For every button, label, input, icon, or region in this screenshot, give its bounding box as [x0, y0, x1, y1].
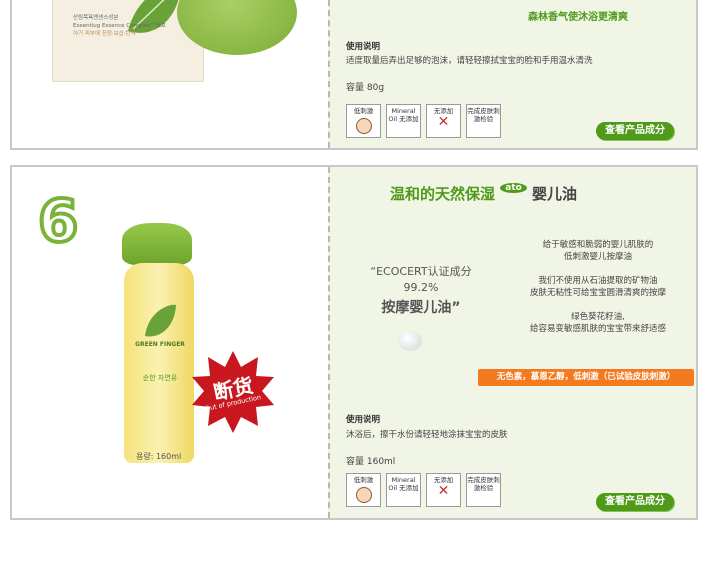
view-ingredients-button[interactable]: 查看产品成分 — [596, 493, 674, 511]
title-post: 婴儿油 — [532, 185, 578, 203]
bottle-capacity: 용량: 160ml — [136, 452, 182, 461]
bottle-brand: GREEN FINGER — [135, 341, 185, 348]
desc-line-5: 绿色葵花籽油, — [571, 312, 625, 322]
card2-title: 温和的天然保湿 ato 婴儿油 — [390, 183, 577, 204]
features-bar: 无色素，慕恩乙醇，低刺激（已试验皮肤刺激） — [478, 369, 694, 386]
quote-block: “ECOCERT认证成分 99.2% 按摩婴儿油” — [356, 263, 486, 317]
divider — [328, 167, 330, 518]
badge-low-irritation: 低刺激 — [346, 104, 381, 138]
product-number: 6 — [36, 187, 80, 255]
leaf-logo-icon — [145, 304, 176, 337]
desc-line-6: 给容易变敏感肌肤的宝宝带来舒适感 — [529, 324, 666, 334]
usage-title: 使用说明 — [346, 415, 381, 425]
box-text-3: 아기 피부에 진정·보습·탄력 — [73, 31, 136, 37]
badge-low-irritation: 低刺激 — [346, 473, 381, 507]
ato-logo: ato — [500, 183, 527, 193]
title-pre: 温和的天然保湿 — [390, 185, 496, 203]
card1-tagline: 森林香气使沐浴更清爽 — [528, 12, 628, 23]
badge-skin-test: 完成皮肤刺激检验 — [466, 104, 501, 138]
box-text-2: Eseentiug Essence Complex™포호 — [73, 23, 166, 29]
quote-line-3: 按摩婴儿油” — [381, 300, 461, 316]
capacity: 容量 80g — [346, 83, 385, 93]
badge-mineral-oil: Mineral Oil 无添加 — [386, 104, 421, 138]
quote-line-2: 99.2% — [403, 281, 439, 294]
oil-drop-image — [398, 331, 422, 351]
bottle-cap — [122, 223, 192, 265]
description: 给于敏感和脆弱的婴儿肌肤的 低刺激婴儿按摩油 我们不使用从石油提取的矿物油 皮肤… — [498, 239, 696, 335]
quote-line-1: “ECOCERT认证成分 — [370, 265, 472, 278]
bottle-body — [124, 263, 194, 463]
capacity: 容量 160ml — [346, 457, 396, 467]
badge-no-additive: 无添加 ✕ — [426, 473, 461, 507]
view-ingredients-button[interactable]: 查看产品成分 — [596, 122, 674, 140]
box-text-1: 산림목욕엔센스성분 — [73, 15, 119, 21]
badge-mineral-oil: Mineral Oil 无添加 — [386, 473, 421, 507]
usage-text: 沐浴后，擦干水份请轻轻地涂抹宝宝的皮肤 — [346, 430, 508, 440]
product-card-soap: 산림목욕엔센스성분 Eseentiug Essence Complex™포호 아… — [10, 0, 698, 150]
product-card-oil: 6 GREEN FINGER 순한 자연유 용량: 160ml 断货 Out o… — [10, 165, 698, 520]
desc-line-3: 我们不使用从石油提取的矿物油 — [538, 276, 658, 286]
desc-line-1: 给于敏感和脆弱的婴儿肌肤的 — [542, 240, 654, 250]
badge-skin-test: 完成皮肤刺激检验 — [466, 473, 501, 507]
divider — [328, 0, 330, 148]
badge-no-additive: 无添加 ✕ — [426, 104, 461, 138]
out-of-stock-stamp: 断货 Out of production — [190, 349, 276, 435]
usage-text: 适度取量后弄出足够的泡沫，请轻轻擦拭宝宝的脸和手用温水清洗 — [346, 56, 593, 66]
desc-line-4: 皮肤无粘性可给宝宝圆滑清爽的按摩 — [529, 288, 666, 298]
bottle-korean-label: 순한 자연유 — [142, 374, 178, 382]
soap-product-image: 산림목욕엔센스성분 Eseentiug Essence Complex™포호 아… — [52, 0, 302, 110]
usage-title: 使用说明 — [346, 42, 381, 52]
desc-line-2: 低刺激婴儿按摩油 — [563, 252, 632, 262]
